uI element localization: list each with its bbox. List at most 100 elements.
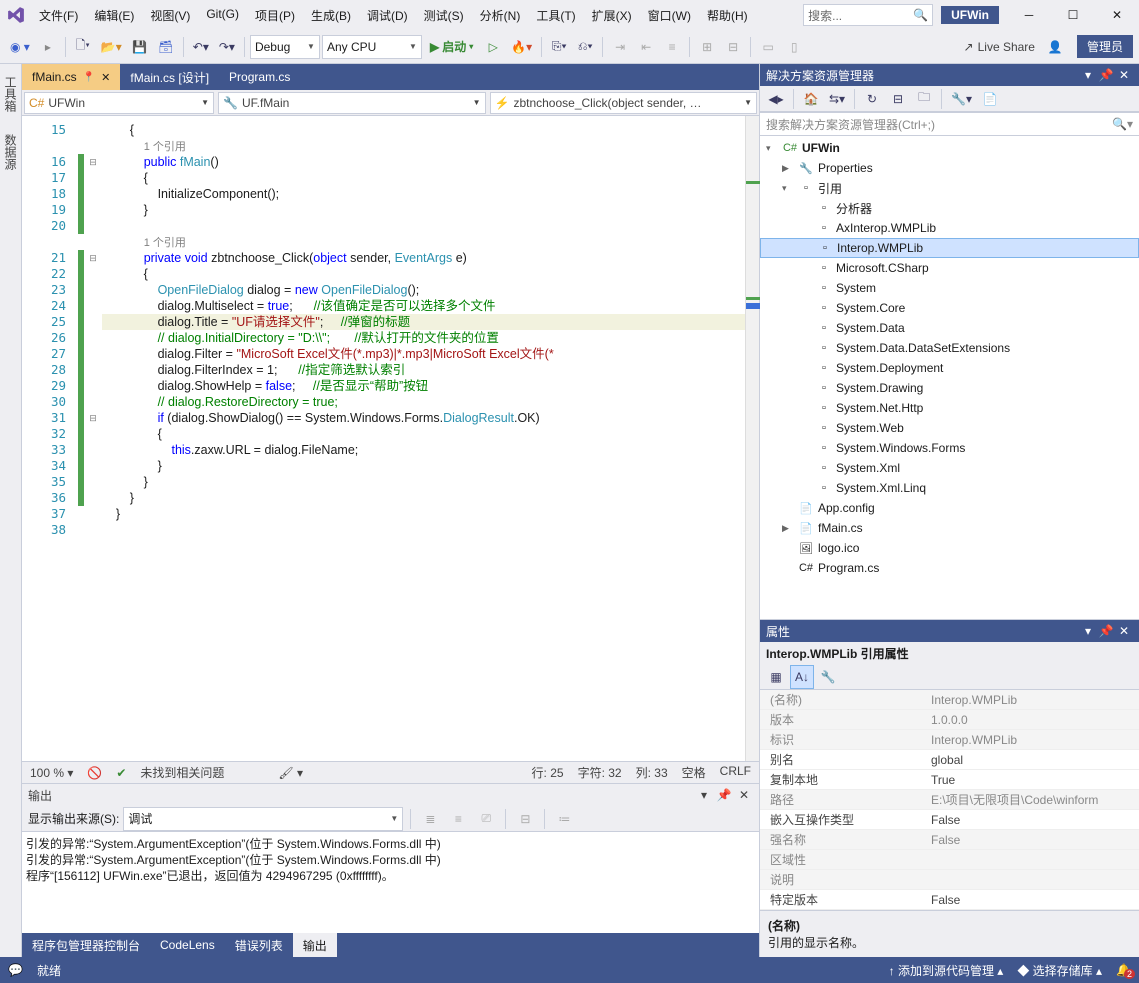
panel-pin-icon[interactable]: 📌: [715, 786, 733, 804]
prop-cat-icon[interactable]: ▦: [764, 665, 788, 689]
doc-tab[interactable]: fMain.cs [设计]: [120, 64, 219, 90]
scm-button[interactable]: ↑ 添加到源代码管理 ▴: [889, 962, 1004, 979]
menu-item[interactable]: 工具(T): [529, 3, 582, 28]
save-button[interactable]: 💾: [128, 35, 152, 59]
code-area[interactable]: { 1 个引用 public fMain() { InitializeCompo…: [102, 116, 745, 761]
tree-row[interactable]: ▫System.Web: [760, 418, 1139, 438]
menu-item[interactable]: 调试(D): [360, 3, 415, 28]
tree-row[interactable]: ▫System: [760, 278, 1139, 298]
notifications-icon[interactable]: 🔔2: [1116, 963, 1131, 977]
platform-combo[interactable]: Any CPU▼: [322, 35, 422, 59]
tree-row[interactable]: ▫System.Drawing: [760, 378, 1139, 398]
tree-row[interactable]: ▫System.Xml.Linq: [760, 478, 1139, 498]
tree-row[interactable]: ▫System.Data: [760, 318, 1139, 338]
output-btn2[interactable]: ≡: [446, 807, 470, 831]
close-button[interactable]: ✕: [1095, 1, 1139, 29]
step-button[interactable]: ⎘▾: [547, 35, 571, 59]
tree-row[interactable]: ▫System.Deployment: [760, 358, 1139, 378]
se-home-icon[interactable]: 🏠: [799, 87, 823, 111]
menu-item[interactable]: 文件(F): [32, 3, 85, 28]
tree-row[interactable]: ▫System.Xml: [760, 458, 1139, 478]
btn-g5[interactable]: ⊞: [695, 35, 719, 59]
tree-row[interactable]: ▫System.Windows.Forms: [760, 438, 1139, 458]
start-debug-button[interactable]: ▶启动▾: [424, 35, 479, 59]
prop-close-icon[interactable]: ✕: [1115, 624, 1133, 638]
crumb-class[interactable]: 🔧UF.fMain▼: [218, 92, 486, 114]
btn-g6[interactable]: ⊟: [721, 35, 745, 59]
tree-row[interactable]: ▫System.Data.DataSetExtensions: [760, 338, 1139, 358]
menu-item[interactable]: Git(G): [199, 3, 246, 28]
menu-item[interactable]: 测试(S): [417, 3, 471, 28]
live-share-button[interactable]: ↗Live Share: [958, 35, 1041, 59]
bottom-tab[interactable]: 输出: [293, 933, 337, 958]
prop-pin-icon[interactable]: 📌: [1097, 624, 1115, 638]
tab-toolbox[interactable]: 工具箱: [0, 70, 21, 118]
nav-fwd-button[interactable]: ▸: [36, 35, 60, 59]
se-switch-icon[interactable]: ⇆▾: [825, 87, 849, 111]
menu-item[interactable]: 项目(P): [248, 3, 302, 28]
tree-row[interactable]: 🖼logo.ico: [760, 538, 1139, 558]
se-pin-icon[interactable]: 📌: [1097, 68, 1115, 82]
btn-g1[interactable]: ⎌▾: [573, 35, 597, 59]
tree-row[interactable]: ▫AxInterop.WMPLib: [760, 218, 1139, 238]
feedback-icon[interactable]: 💬: [8, 963, 23, 977]
properties-grid[interactable]: (名称)Interop.WMPLib版本1.0.0.0标识Interop.WMP…: [760, 690, 1139, 910]
property-row[interactable]: 复制本地True: [760, 770, 1139, 790]
property-row[interactable]: 嵌入互操作类型False: [760, 810, 1139, 830]
open-button[interactable]: 📂▾: [97, 35, 126, 59]
tree-row[interactable]: C#Program.cs: [760, 558, 1139, 578]
btn-g4[interactable]: ≡: [660, 35, 684, 59]
scroll-map[interactable]: [745, 116, 759, 761]
se-back[interactable]: ◀▸: [764, 87, 788, 111]
prop-az-icon[interactable]: A↓: [790, 665, 814, 689]
tree-row[interactable]: ▶🔧Properties: [760, 158, 1139, 178]
se-preview-icon[interactable]: 📄: [978, 87, 1002, 111]
tree-row[interactable]: ▫Microsoft.CSharp: [760, 258, 1139, 278]
minimize-button[interactable]: ─: [1007, 1, 1051, 29]
btn-g7[interactable]: ▭: [756, 35, 780, 59]
output-btn3[interactable]: ⎚: [474, 807, 498, 831]
tree-row[interactable]: ▶📄fMain.cs: [760, 518, 1139, 538]
menu-item[interactable]: 帮助(H): [700, 3, 755, 28]
btn-g3[interactable]: ⇤: [634, 35, 658, 59]
tree-row[interactable]: ▫Interop.WMPLib: [760, 238, 1139, 258]
se-collapse-icon[interactable]: ⊟: [886, 87, 910, 111]
tree-row[interactable]: ▾▫引用: [760, 178, 1139, 198]
se-close-icon[interactable]: ✕: [1115, 68, 1133, 82]
maximize-button[interactable]: ☐: [1051, 1, 1095, 29]
menu-item[interactable]: 编辑(E): [87, 3, 141, 28]
save-all-button[interactable]: 🗃: [154, 35, 178, 59]
bottom-tab[interactable]: 错误列表: [225, 933, 293, 958]
property-row[interactable]: 特定版本False: [760, 890, 1139, 910]
se-showall-icon[interactable]: 🗀: [912, 87, 936, 111]
prop-dropdown-icon[interactable]: ▾: [1079, 624, 1097, 638]
output-btn1[interactable]: ≣: [418, 807, 442, 831]
se-search[interactable]: 搜索解决方案资源管理器(Ctrl+;) 🔍▾: [760, 112, 1139, 136]
config-combo[interactable]: Debug▼: [250, 35, 320, 59]
start-nodbg-button[interactable]: ▷: [481, 35, 505, 59]
bottom-tab[interactable]: 程序包管理器控制台: [22, 933, 150, 958]
undo-button[interactable]: ↶▾: [189, 35, 213, 59]
tree-row[interactable]: ▫System.Core: [760, 298, 1139, 318]
pin-icon[interactable]: 📍: [83, 72, 95, 83]
menu-item[interactable]: 视图(V): [143, 3, 197, 28]
redo-button[interactable]: ↷▾: [215, 35, 239, 59]
close-icon[interactable]: ✕: [101, 71, 110, 84]
tree-row[interactable]: ▾C#UFWin: [760, 138, 1139, 158]
title-search[interactable]: 搜索... 🔍: [803, 4, 933, 26]
se-dropdown-icon[interactable]: ▾: [1079, 68, 1097, 82]
crumb-project[interactable]: C#UFWin▼: [24, 92, 214, 114]
se-sync-icon[interactable]: ↻: [860, 87, 884, 111]
brush-icon[interactable]: 🖌 ▾: [278, 766, 303, 780]
menu-item[interactable]: 扩展(X): [585, 3, 639, 28]
doc-tab[interactable]: Program.cs: [219, 64, 300, 90]
menu-item[interactable]: 窗口(W): [641, 3, 698, 28]
tree-row[interactable]: ▫分析器: [760, 198, 1139, 218]
crumb-member[interactable]: ⚡zbtnchoose_Click(object sender, …▼: [490, 92, 758, 114]
panel-dropdown-icon[interactable]: ▾: [695, 786, 713, 804]
error-icon[interactable]: 🚫: [87, 766, 102, 780]
menu-item[interactable]: 分析(N): [473, 3, 528, 28]
prop-wrench-icon[interactable]: 🔧: [816, 665, 840, 689]
code-editor[interactable]: 1516171819202122232425262728293031323334…: [22, 116, 759, 761]
doc-tab[interactable]: fMain.cs📍✕: [22, 64, 120, 90]
